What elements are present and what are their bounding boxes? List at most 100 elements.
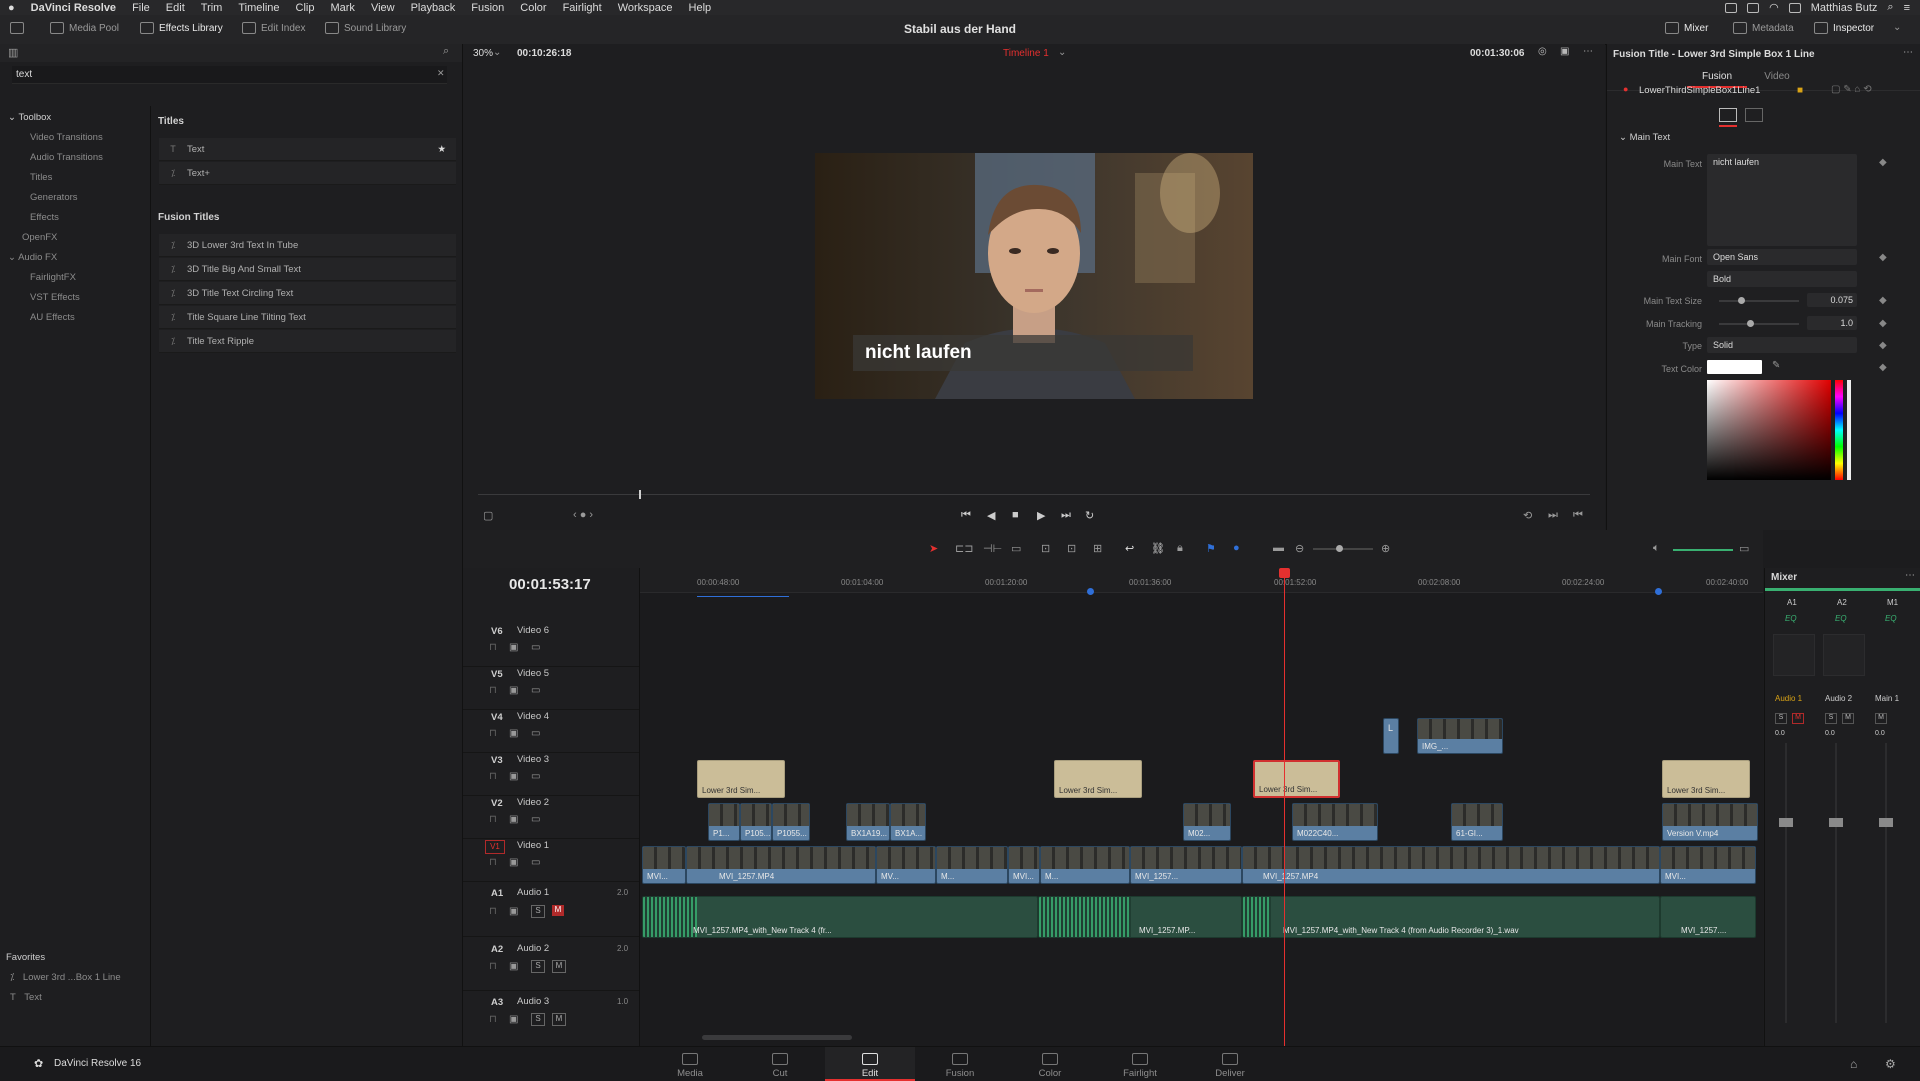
clear-search-icon[interactable]: ✕ <box>437 68 445 79</box>
title-clip[interactable]: Lower 3rd Sim... <box>1662 760 1750 798</box>
zoom-in-icon[interactable]: ⊕ <box>1381 542 1390 555</box>
effect-item[interactable]: ⁒ 3D Title Text Circling Text <box>159 282 456 305</box>
timeline-ruler[interactable]: 00:00:48:00 00:01:04:00 00:01:20:00 00:0… <box>640 568 1763 597</box>
search-icon[interactable]: ⌕ <box>1887 1 1893 14</box>
title-clip[interactable]: Lower 3rd Sim... <box>1054 760 1142 798</box>
main-text-input[interactable]: nicht laufen <box>1707 154 1857 246</box>
menu-help[interactable]: Help <box>681 2 720 14</box>
video-clip[interactable]: L <box>1383 718 1399 754</box>
chevron-down-icon[interactable]: ⌄ <box>493 47 501 58</box>
video-clip[interactable]: P1055... <box>772 803 810 841</box>
sync-icon[interactable]: ◎ <box>1538 46 1547 57</box>
solo-button[interactable]: S <box>1825 713 1837 724</box>
auto-select-icon[interactable]: ▣ <box>509 906 518 917</box>
video-clip[interactable]: MVI... <box>1660 846 1756 884</box>
effect-item[interactable]: ⁒ Title Text Ripple <box>159 330 456 353</box>
lock-icon[interactable]: ⊓ <box>489 906 497 917</box>
menu-edit[interactable]: Edit <box>158 2 193 14</box>
page-color[interactable]: Color <box>1005 1047 1095 1081</box>
home-icon[interactable]: ⌂ <box>1850 1057 1857 1071</box>
keyframe-icon[interactable]: ◆ <box>1879 295 1887 306</box>
fader-handle[interactable] <box>1779 818 1793 827</box>
keyframe-icon[interactable]: ◆ <box>1879 157 1887 168</box>
keyframe-icon[interactable]: ◆ <box>1879 318 1887 329</box>
pan-control[interactable] <box>1823 634 1865 676</box>
settings-icon[interactable] <box>1719 108 1737 122</box>
auto-select-icon[interactable]: ▣ <box>509 642 518 653</box>
slider-handle[interactable] <box>1747 320 1754 327</box>
user-name[interactable]: Matthias Butz <box>1811 2 1878 14</box>
page-deliver[interactable]: Deliver <box>1185 1047 1275 1081</box>
playhead-handle[interactable] <box>1279 568 1290 578</box>
tracking-value[interactable]: 1.0 <box>1807 316 1857 330</box>
toolbox-item-audio-transitions[interactable]: Audio Transitions <box>30 152 103 163</box>
mute-button[interactable]: M <box>552 905 564 916</box>
mute-button[interactable]: M <box>1792 713 1804 724</box>
menu-playback[interactable]: Playback <box>403 2 464 14</box>
play-icon[interactable]: ▶ <box>1037 509 1045 522</box>
blade-tool-icon[interactable]: ▭ <box>1011 542 1021 555</box>
inspector-button[interactable]: Inspector <box>1814 22 1874 34</box>
menu-view[interactable]: View <box>363 2 403 14</box>
chevron-down-icon[interactable]: ⌄ <box>1058 47 1066 58</box>
mute-button[interactable]: M <box>1842 713 1854 724</box>
track-name[interactable]: Audio 3 <box>517 996 549 1007</box>
timeline-name[interactable]: Timeline 1 <box>1003 48 1049 59</box>
flag-icon[interactable]: ⚑ <box>1206 542 1216 555</box>
status-icon[interactable] <box>1747 2 1760 13</box>
track-name[interactable]: Video 3 <box>517 754 549 765</box>
source-patch-v1[interactable]: V1 <box>485 840 505 854</box>
effects-library-button[interactable]: Effects Library <box>140 22 223 34</box>
video-clip[interactable]: 61-GI... <box>1451 803 1503 841</box>
video-clip[interactable]: P1... <box>708 803 740 841</box>
auto-select-icon[interactable]: ▣ <box>509 814 518 825</box>
keyframe-icon[interactable]: ◆ <box>1879 252 1887 263</box>
toolbox-item-video-transitions[interactable]: Video Transitions <box>30 132 103 143</box>
next-edit-icon[interactable]: ⏭ <box>1548 509 1558 522</box>
insert-clip-icon[interactable]: ⊡ <box>1041 542 1050 555</box>
solo-button[interactable]: S <box>531 1013 545 1026</box>
timeline-scrollbar[interactable] <box>702 1035 852 1040</box>
lock-icon[interactable]: ⊓ <box>489 814 497 825</box>
slider-handle[interactable] <box>1336 545 1343 552</box>
expand-icon[interactable]: ⌄ <box>1893 22 1901 33</box>
wifi-icon[interactable]: ◠ <box>1769 1 1779 14</box>
skip-to-start-icon[interactable]: ⏮ <box>961 509 971 522</box>
auto-select-icon[interactable]: ▣ <box>509 1014 518 1025</box>
lock-icon[interactable]: ⊓ <box>489 771 497 782</box>
favorite-item[interactable]: ⁒ Lower 3rd ...Box 1 Line <box>10 972 121 983</box>
video-clip[interactable]: BX1A... <box>890 803 926 841</box>
toolbox-item-audiofx[interactable]: ⌄ Audio FX <box>8 252 57 263</box>
menu-timeline[interactable]: Timeline <box>230 2 287 14</box>
audio-clip[interactable]: MVI_1257.MP4_with_New Track 4 (from Audi… <box>1242 896 1660 938</box>
text-size-slider[interactable] <box>1719 300 1799 302</box>
fader-handle[interactable] <box>1829 818 1843 827</box>
overwrite-clip-icon[interactable]: ⊡ <box>1067 542 1076 555</box>
auto-select-icon[interactable]: ▣ <box>509 728 518 739</box>
status-icon[interactable] <box>1725 2 1738 13</box>
effect-item[interactable]: ⁒ 3D Title Big And Small Text <box>159 258 456 281</box>
control-center-icon[interactable]: ≡ <box>1904 2 1910 14</box>
effect-item-text[interactable]: T Text ★ <box>159 138 456 161</box>
zoom-level[interactable]: 30% <box>473 48 493 59</box>
menu-fusion[interactable]: Fusion <box>463 2 512 14</box>
zoom-out-icon[interactable]: ⊖ <box>1295 542 1304 555</box>
color-picker-field[interactable] <box>1707 380 1831 480</box>
selection-tool-icon[interactable]: ➤ <box>929 542 938 555</box>
track-visibility-icon[interactable]: ▭ <box>531 771 540 782</box>
timeline-marker[interactable] <box>1087 588 1094 595</box>
loop-icon[interactable]: ↻ <box>1085 509 1094 522</box>
effect-item[interactable]: ⁒ 3D Lower 3rd Text In Tube <box>159 234 456 257</box>
video-clip[interactable]: M... <box>936 846 1008 884</box>
main-font-select[interactable]: Open Sans <box>1707 249 1857 265</box>
page-cut[interactable]: Cut <box>735 1047 825 1081</box>
audio-meter-icon[interactable]: ▭ <box>1739 542 1749 555</box>
lock-icon[interactable]: 🔒︎ <box>1177 542 1183 555</box>
solo-button[interactable]: S <box>531 905 545 918</box>
title-clip-selected[interactable]: Lower 3rd Sim... <box>1253 760 1340 798</box>
fader-handle[interactable] <box>1879 818 1893 827</box>
auto-select-icon[interactable]: ▣ <box>509 771 518 782</box>
lock-icon[interactable]: ⊓ <box>489 857 497 868</box>
viewer-options-icon[interactable]: ▢ <box>483 509 493 522</box>
trim-tool-icon[interactable]: ⊏⊐ <box>955 542 973 555</box>
